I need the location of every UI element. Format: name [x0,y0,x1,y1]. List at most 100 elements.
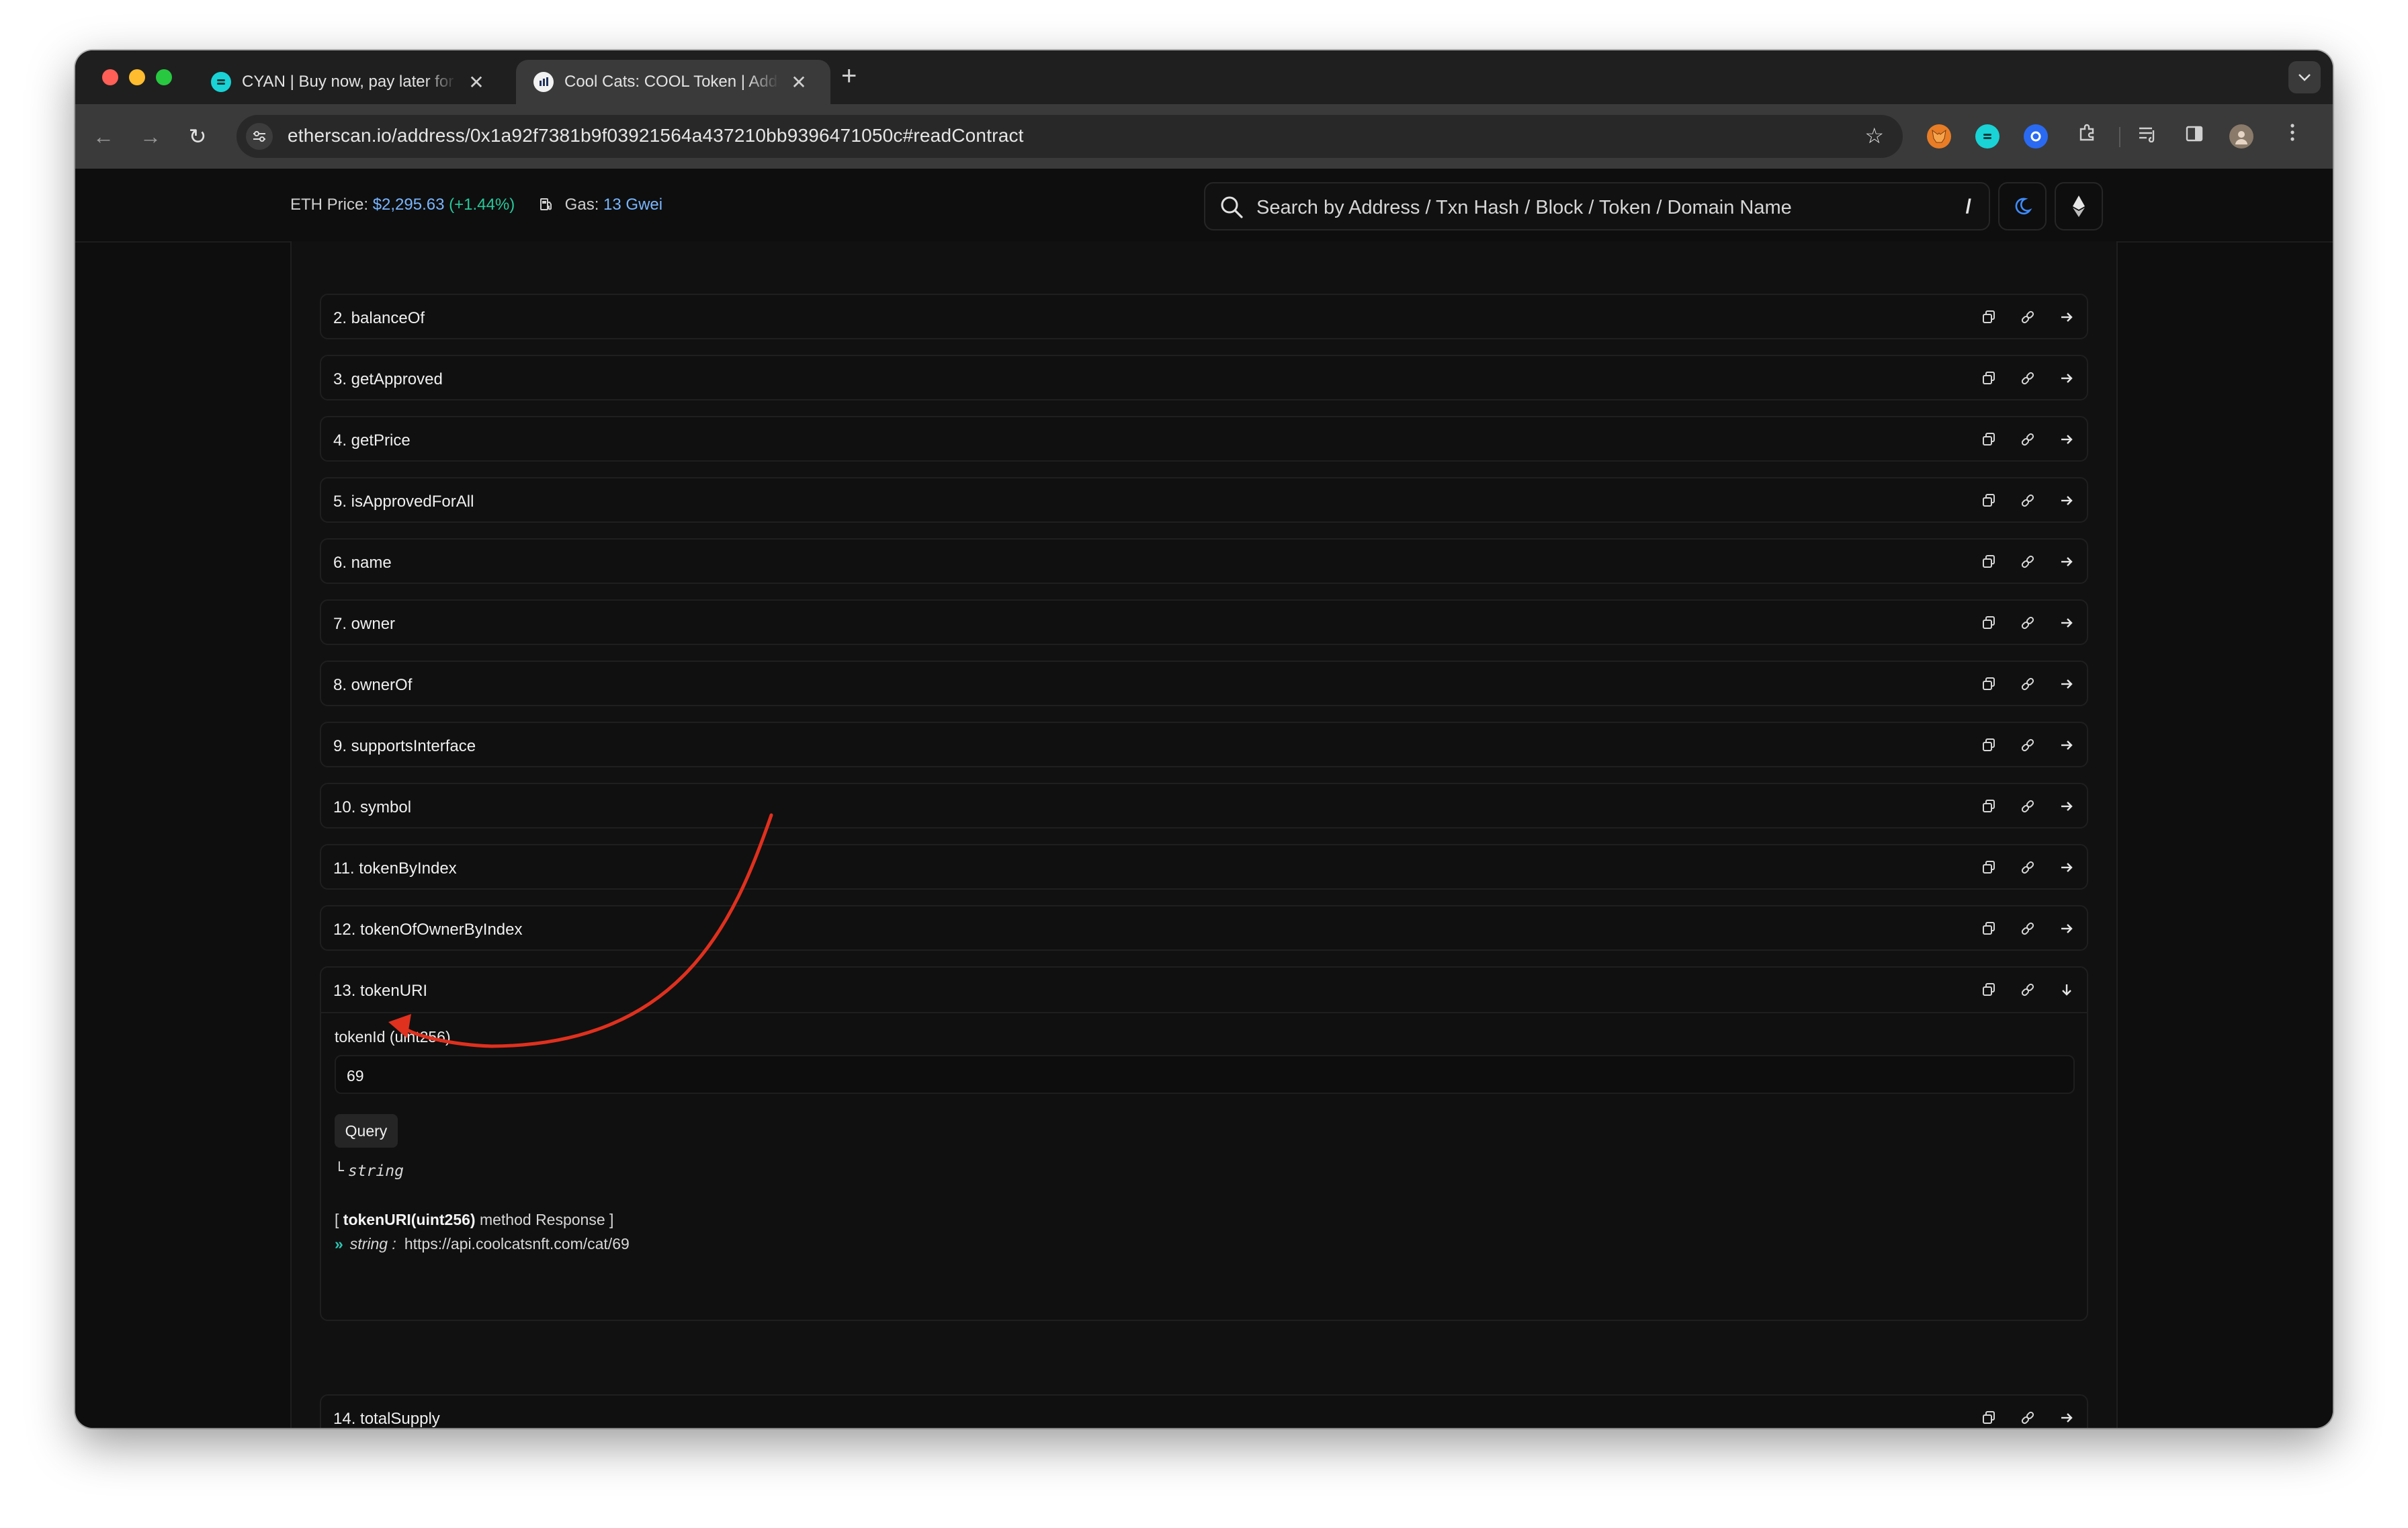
arrow-right-icon[interactable] [2056,490,2077,511]
chevron-down-icon [2298,74,2311,81]
maximize-window-button[interactable] [156,69,172,85]
browser-toolbar: ← → ↻ etherscan.io/address/0x1a92f7381b9… [75,104,2333,169]
copy-icon[interactable] [1978,734,2000,756]
link-icon[interactable] [2017,612,2038,634]
copy-icon[interactable] [1978,490,2000,511]
copy-icon[interactable] [1978,796,2000,817]
link-icon[interactable] [2017,673,2038,695]
eth-price-value[interactable]: $2,295.63 [373,196,445,214]
side-panel-icon[interactable] [2180,122,2209,151]
method-row[interactable]: 10. symbol [320,783,2088,829]
link-icon[interactable] [2017,306,2038,328]
method-row[interactable]: 8. ownerOf [320,661,2088,706]
arrow-right-icon[interactable] [2056,429,2077,450]
kebab-menu-icon[interactable] [2278,122,2307,151]
copy-icon[interactable] [1978,368,2000,389]
network-selector[interactable] [2055,182,2103,230]
link-icon[interactable] [2017,429,2038,450]
tab-title: CYAN | Buy now, pay later for NFTs [242,73,457,91]
copy-icon[interactable] [1978,918,2000,939]
link-icon[interactable] [2017,918,2038,939]
method-row[interactable]: 5. isApprovedForAll [320,477,2088,523]
site-header: ETH Price: $2,295.63 (+1.44%) Gas: 13 Gw… [75,169,2333,243]
tab-etherscan[interactable]: Cool Cats: COOL Token | Address ✕ [516,60,830,104]
profile-avatar[interactable] [2229,124,2253,148]
copy-icon[interactable] [1978,1407,2000,1428]
gas-value[interactable]: 13 Gwei [603,196,662,214]
metamask-extension-icon[interactable] [1927,124,1951,148]
arrow-right-icon[interactable] [2056,551,2077,572]
response-value[interactable]: https://api.coolcatsnft.com/cat/69 [404,1235,630,1253]
etherscan-logo-icon [533,72,554,92]
link-icon[interactable] [2017,368,2038,389]
arrow-right-icon[interactable] [2056,918,2077,939]
link-icon[interactable] [2017,551,2038,572]
method-row[interactable]: 14. totalSupply [320,1394,2088,1428]
method-label: 3. getApproved [333,370,443,388]
method-row-header[interactable]: 13. tokenURI [321,968,2087,1013]
method-label: 13. tokenURI [333,982,428,1000]
coinbase-extension-icon[interactable] [2024,124,2048,148]
link-icon[interactable] [2017,979,2038,1001]
method-label: 11. tokenByIndex [333,859,457,878]
dark-mode-toggle[interactable] [1998,182,2047,230]
copy-icon[interactable] [1978,612,2000,634]
arrow-down-icon[interactable] [2056,979,2077,1001]
cyan-extension-icon[interactable] [1975,124,2000,148]
method-row-expanded: 13. tokenURI tokenId (uint256) 69 Query … [320,966,2088,1321]
bookmark-star-icon[interactable]: ☆ [1864,123,1884,148]
copy-icon[interactable] [1978,306,2000,328]
method-row[interactable]: 12. tokenOfOwnerByIndex [320,905,2088,951]
back-button[interactable]: ← [89,122,118,151]
method-row[interactable]: 11. tokenByIndex [320,844,2088,890]
site-settings-icon[interactable] [246,123,273,150]
extensions-puzzle-icon[interactable] [2072,122,2102,151]
copy-icon[interactable] [1978,429,2000,450]
reload-button[interactable]: ↻ [183,122,212,151]
method-row[interactable]: 4. getPrice [320,416,2088,462]
reading-list-icon[interactable] [2133,122,2162,151]
token-id-input[interactable]: 69 [335,1055,2075,1094]
copy-icon[interactable] [1978,551,2000,572]
tab-close-icon[interactable]: ✕ [789,71,809,93]
method-label: 5. isApprovedForAll [333,493,474,511]
arrow-right-icon[interactable] [2056,734,2077,756]
method-label: 12. tokenOfOwnerByIndex [333,921,523,939]
arrow-right-icon[interactable] [2056,673,2077,695]
method-row[interactable]: 9. supportsInterface [320,722,2088,767]
link-icon[interactable] [2017,734,2038,756]
link-icon[interactable] [2017,490,2038,511]
tab-close-icon[interactable]: ✕ [466,71,486,93]
minimize-window-button[interactable] [129,69,145,85]
address-bar[interactable]: etherscan.io/address/0x1a92f7381b9f03921… [236,115,1903,158]
link-icon[interactable] [2017,796,2038,817]
method-row[interactable]: 2. balanceOf [320,294,2088,339]
arrow-right-icon[interactable] [2056,612,2077,634]
eth-price-change: (+1.44%) [449,196,515,214]
new-tab-button[interactable]: + [841,62,857,89]
response-line: » string : https://api.coolcatsnft.com/cat… [335,1235,630,1253]
copy-icon[interactable] [1978,673,2000,695]
method-row[interactable]: 7. owner [320,599,2088,645]
arrow-right-icon[interactable] [2056,368,2077,389]
tab-search-button[interactable] [2288,61,2321,93]
copy-icon[interactable] [1978,979,2000,1001]
arrow-right-icon[interactable] [2056,796,2077,817]
arrow-right-icon[interactable] [2056,1407,2077,1428]
query-button[interactable]: Query [335,1114,398,1148]
link-icon[interactable] [2017,857,2038,878]
arrow-right-icon[interactable] [2056,857,2077,878]
copy-icon[interactable] [1978,857,2000,878]
method-row[interactable]: 6. name [320,538,2088,584]
search-input[interactable]: Search by Address / Txn Hash / Block / T… [1204,182,1990,230]
arrow-right-icon[interactable] [2056,306,2077,328]
ethereum-logo-icon [2073,196,2085,217]
method-row[interactable]: 3. getApproved [320,355,2088,400]
response-title: [ tokenURI(uint256) method Response ] [335,1211,613,1229]
close-window-button[interactable] [102,69,118,85]
method-label: 9. supportsInterface [333,737,476,755]
tab-cyan[interactable]: CYAN | Buy now, pay later for NFTs ✕ [194,60,505,104]
link-icon[interactable] [2017,1407,2038,1428]
forward-button[interactable]: → [136,122,165,151]
response-bracket: [ [335,1211,343,1228]
